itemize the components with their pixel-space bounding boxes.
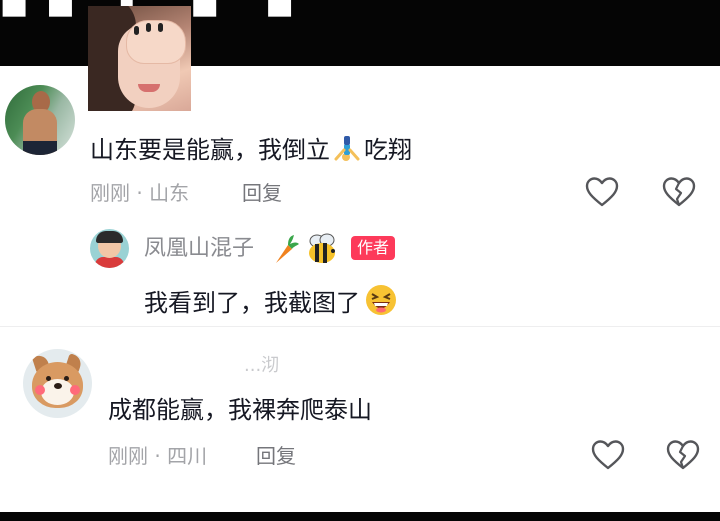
image-nail: [146, 23, 151, 32]
comment-text-part: 吃翔: [364, 136, 412, 164]
avatar-nose: [54, 383, 62, 389]
bee-icon: [309, 233, 335, 263]
image-nail: [158, 23, 163, 32]
comment-divider: [0, 326, 720, 327]
handstand-person-icon: [330, 134, 364, 161]
avatar-eye: [64, 376, 69, 381]
reply-text-part: 我看到了，我截图了: [144, 289, 360, 317]
comment-time: 刚刚: [90, 181, 130, 205]
reply-text: 我看到了，我截图了: [144, 284, 398, 315]
reply-button[interactable]: 回复: [242, 183, 282, 203]
comment-text: 成都能赢，我裸奔爬泰山: [108, 396, 372, 424]
author-badge: 作者: [351, 236, 396, 261]
like-heart-icon[interactable]: [584, 175, 620, 211]
comment-text-part: 山东要是能赢，我倒立: [90, 136, 330, 164]
avatar-hair: [96, 231, 123, 243]
reply-avatar[interactable]: [90, 229, 129, 268]
like-heart-icon[interactable]: [590, 438, 626, 474]
comment-meta: 刚刚 · 四川: [108, 446, 207, 466]
avatar-shorts: [23, 141, 57, 155]
dislike-broken-heart-icon[interactable]: [661, 175, 697, 211]
comment-location: 山东: [149, 181, 190, 205]
comment-text: 山东要是能赢，我倒立 吃翔: [90, 134, 412, 162]
meta-separator: ·: [154, 444, 161, 468]
grinning-squint-face-icon: [364, 284, 398, 315]
avatar[interactable]: [5, 85, 75, 155]
avatar-cheek: [70, 385, 80, 395]
dislike-broken-heart-icon[interactable]: [665, 438, 701, 474]
avatar-cheek: [35, 385, 45, 395]
avatar-shirt: [95, 257, 124, 268]
avatar[interactable]: [23, 349, 92, 418]
bottom-bar: [0, 512, 720, 521]
comment-location: 四川: [167, 444, 208, 468]
carrot-icon: [276, 235, 299, 263]
comment-image[interactable]: [88, 6, 191, 111]
image-nail: [134, 26, 139, 35]
comment-meta: 刚刚 · 山东: [90, 183, 189, 203]
meta-separator: ·: [136, 181, 143, 205]
reply-username[interactable]: 凤凰山混子: [144, 238, 254, 260]
reply-button[interactable]: 回复: [256, 446, 296, 466]
comment-username[interactable]: ...沏: [244, 357, 279, 375]
comment-time: 刚刚: [108, 444, 148, 468]
avatar-eye: [46, 376, 51, 381]
